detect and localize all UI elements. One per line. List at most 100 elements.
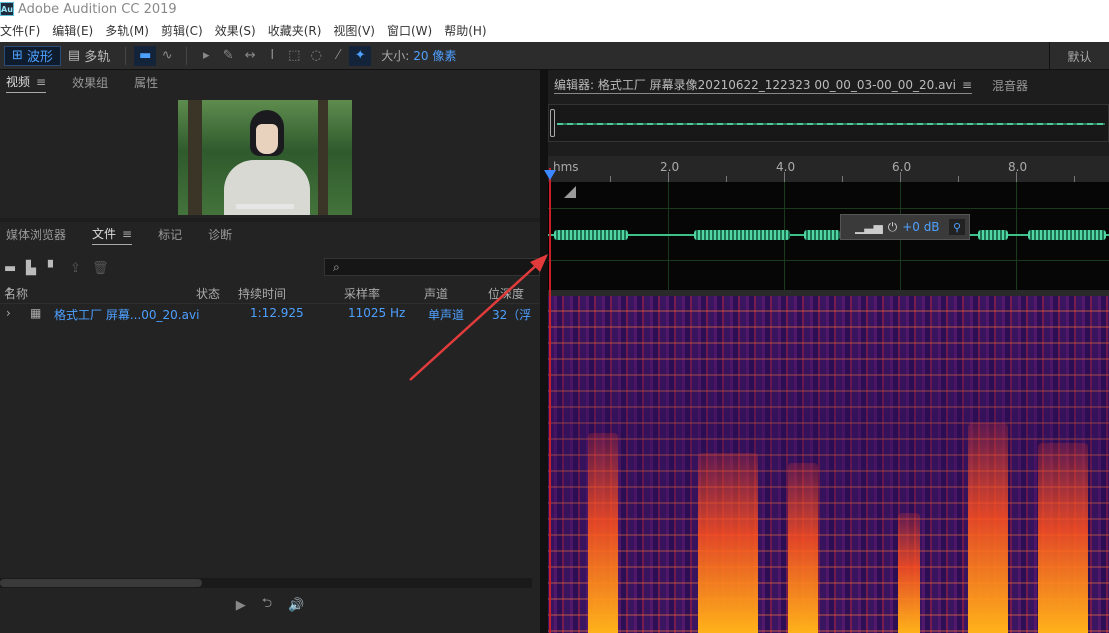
- column-sample-rate[interactable]: 采样率: [344, 285, 380, 302]
- column-bit-depth[interactable]: 位深度: [488, 285, 540, 302]
- tab-mixer[interactable]: 混音器: [992, 77, 1028, 94]
- column-channels[interactable]: 声道: [424, 285, 448, 302]
- tab-editor[interactable]: 编辑器: 格式工厂 屏幕录像20210622_122323 00_00_03-0…: [554, 76, 972, 94]
- waveform-segment: [978, 230, 1008, 240]
- expand-chevron-icon[interactable]: ›: [6, 306, 11, 320]
- ruler-tick-label: 2.0: [660, 160, 680, 174]
- table-row[interactable]: › ▦ 格式工厂 屏幕...00_20.avi 1:12.925 11025 H…: [0, 303, 540, 323]
- spectral-frequency-display[interactable]: [548, 296, 1109, 633]
- files-search-input[interactable]: ⌕: [324, 258, 540, 276]
- time-ruler[interactable]: hms 2.0 4.0 6.0 8.0: [548, 156, 1109, 182]
- delete-icon[interactable]: 🗑: [92, 261, 114, 276]
- gain-value[interactable]: +0 dB: [902, 220, 939, 234]
- new-file-icon[interactable]: ▘: [48, 261, 70, 276]
- waveform-view-icon[interactable]: ▬: [134, 45, 157, 66]
- menu-file[interactable]: 文件(F): [0, 22, 40, 39]
- tab-media-browser[interactable]: 媒体浏览器: [6, 226, 66, 245]
- search-icon: ⌕: [333, 260, 340, 274]
- ruler-tick-label: 8.0: [1008, 160, 1028, 174]
- files-transport: ▶ ⮌ 🔊: [0, 592, 540, 618]
- ruler-tick: [784, 172, 785, 182]
- menu-effects[interactable]: 效果(S): [215, 22, 256, 39]
- menu-favorites[interactable]: 收藏夹(R): [268, 22, 322, 39]
- tab-files[interactable]: 文件 ≡: [92, 225, 133, 245]
- import-file-icon[interactable]: ▙: [26, 261, 48, 276]
- brush-size-value[interactable]: 20 像素: [413, 47, 456, 64]
- file-sample-rate: 11025 Hz: [348, 306, 406, 320]
- time-selection-tool-icon[interactable]: I: [261, 46, 283, 66]
- video-figure-face: [256, 124, 278, 154]
- menu-help[interactable]: 帮助(H): [444, 22, 486, 39]
- video-file-icon: ▦: [30, 306, 42, 320]
- waveform-display[interactable]: [548, 182, 1109, 290]
- overview-navigator[interactable]: [548, 104, 1109, 142]
- slip-tool-icon[interactable]: ↔: [239, 46, 261, 66]
- files-column-headers: 名称 ↑ 状态 持续时间 采样率 声道 位深度: [0, 283, 540, 303]
- scrollbar-thumb[interactable]: [0, 579, 202, 587]
- file-bit-depth: 32（浮: [492, 308, 532, 322]
- tab-properties[interactable]: 属性: [134, 74, 158, 93]
- files-panel-tabs: 媒体浏览器 文件 ≡ 标记 诊断: [0, 222, 540, 248]
- ruler-tick: [668, 172, 669, 182]
- tab-video-label: 视频: [6, 75, 31, 89]
- column-status[interactable]: 状态: [196, 285, 220, 302]
- grid-line: [548, 208, 1109, 209]
- grid-line: [668, 182, 669, 290]
- waveform-mode-label: 波形: [26, 50, 53, 65]
- ruler-tick: [900, 172, 901, 182]
- zoom-navigator-handle[interactable]: [550, 109, 555, 137]
- lasso-tool-icon[interactable]: ◌: [305, 46, 327, 66]
- window-title: Adobe Audition CC 2019: [18, 1, 177, 17]
- tab-video[interactable]: 视频 ≡: [6, 73, 47, 93]
- tab-markers[interactable]: 标记: [158, 226, 182, 245]
- playhead-line[interactable]: [549, 168, 551, 633]
- menu-view[interactable]: 视图(V): [333, 22, 375, 39]
- tab-effects-rack[interactable]: 效果组: [72, 74, 108, 93]
- open-file-icon[interactable]: ▬: [4, 261, 26, 276]
- audition-logo-icon: Au: [0, 2, 14, 16]
- files-horizontal-scrollbar[interactable]: [0, 578, 532, 588]
- menu-multitrack[interactable]: 多轨(M): [105, 22, 149, 39]
- volume-knob-icon[interactable]: ⏻: [888, 220, 898, 235]
- waveform-segment: [804, 230, 840, 240]
- marquee-tool-icon[interactable]: ⬚: [283, 46, 305, 66]
- waveform-segment: [554, 230, 628, 240]
- tab-diagnostics[interactable]: 诊断: [208, 226, 232, 245]
- insert-icon[interactable]: ⇪: [70, 261, 92, 276]
- menu-edit[interactable]: 编辑(E): [52, 22, 93, 39]
- video-subtitle: [236, 204, 294, 209]
- menu-bar: 文件(F) 编辑(E) 多轨(M) 剪辑(C) 效果(S) 收藏夹(R) 视图(…: [0, 18, 1109, 42]
- panel-divider[interactable]: [540, 70, 548, 633]
- waveform-mode-button[interactable]: ⊞ 波形: [4, 45, 61, 66]
- ruler-tick: [1016, 172, 1017, 182]
- column-duration[interactable]: 持续时间: [238, 285, 286, 302]
- spot-healing-tool-icon[interactable]: ✦: [349, 45, 372, 66]
- menu-window[interactable]: 窗口(W): [387, 22, 432, 39]
- overview-waveform: [557, 123, 1105, 125]
- menu-clip[interactable]: 剪辑(C): [161, 22, 203, 39]
- panel-menu-icon[interactable]: ≡: [962, 78, 972, 92]
- workspace-selector[interactable]: 默认: [1049, 42, 1109, 70]
- ruler-tick-label: 6.0: [892, 160, 912, 174]
- play-icon[interactable]: ▶: [236, 598, 246, 613]
- loop-icon[interactable]: ⮌: [262, 594, 272, 616]
- panel-menu-icon[interactable]: ≡: [122, 227, 132, 241]
- toolbar-divider: [186, 46, 188, 65]
- editor-panel-tabs: 编辑器: 格式工厂 屏幕录像20210622_122323 00_00_03-0…: [548, 70, 1109, 100]
- spectral-view-icon[interactable]: ∿: [156, 46, 178, 66]
- grid-line: [1016, 182, 1017, 290]
- panel-menu-icon[interactable]: ≡: [36, 75, 46, 89]
- waveform-segment: [694, 230, 790, 240]
- auto-play-icon[interactable]: 🔊: [288, 598, 304, 613]
- volume-hud[interactable]: ▁▃▅ ⏻ +0 dB ⚲: [840, 214, 970, 240]
- spectral-burst: [1038, 443, 1088, 633]
- pin-icon[interactable]: ⚲: [949, 219, 965, 235]
- multitrack-mode-label: 多轨: [84, 50, 111, 65]
- tab-files-label: 文件: [92, 227, 117, 241]
- brush-tool-icon[interactable]: ⁄: [327, 46, 349, 66]
- ruler-tick-label: 4.0: [776, 160, 796, 174]
- razor-tool-icon[interactable]: ✎: [217, 46, 239, 66]
- playhead-handle-icon[interactable]: [544, 170, 556, 180]
- multitrack-mode-button[interactable]: ▤ 多轨: [61, 46, 117, 66]
- move-tool-icon[interactable]: ▸: [195, 46, 217, 66]
